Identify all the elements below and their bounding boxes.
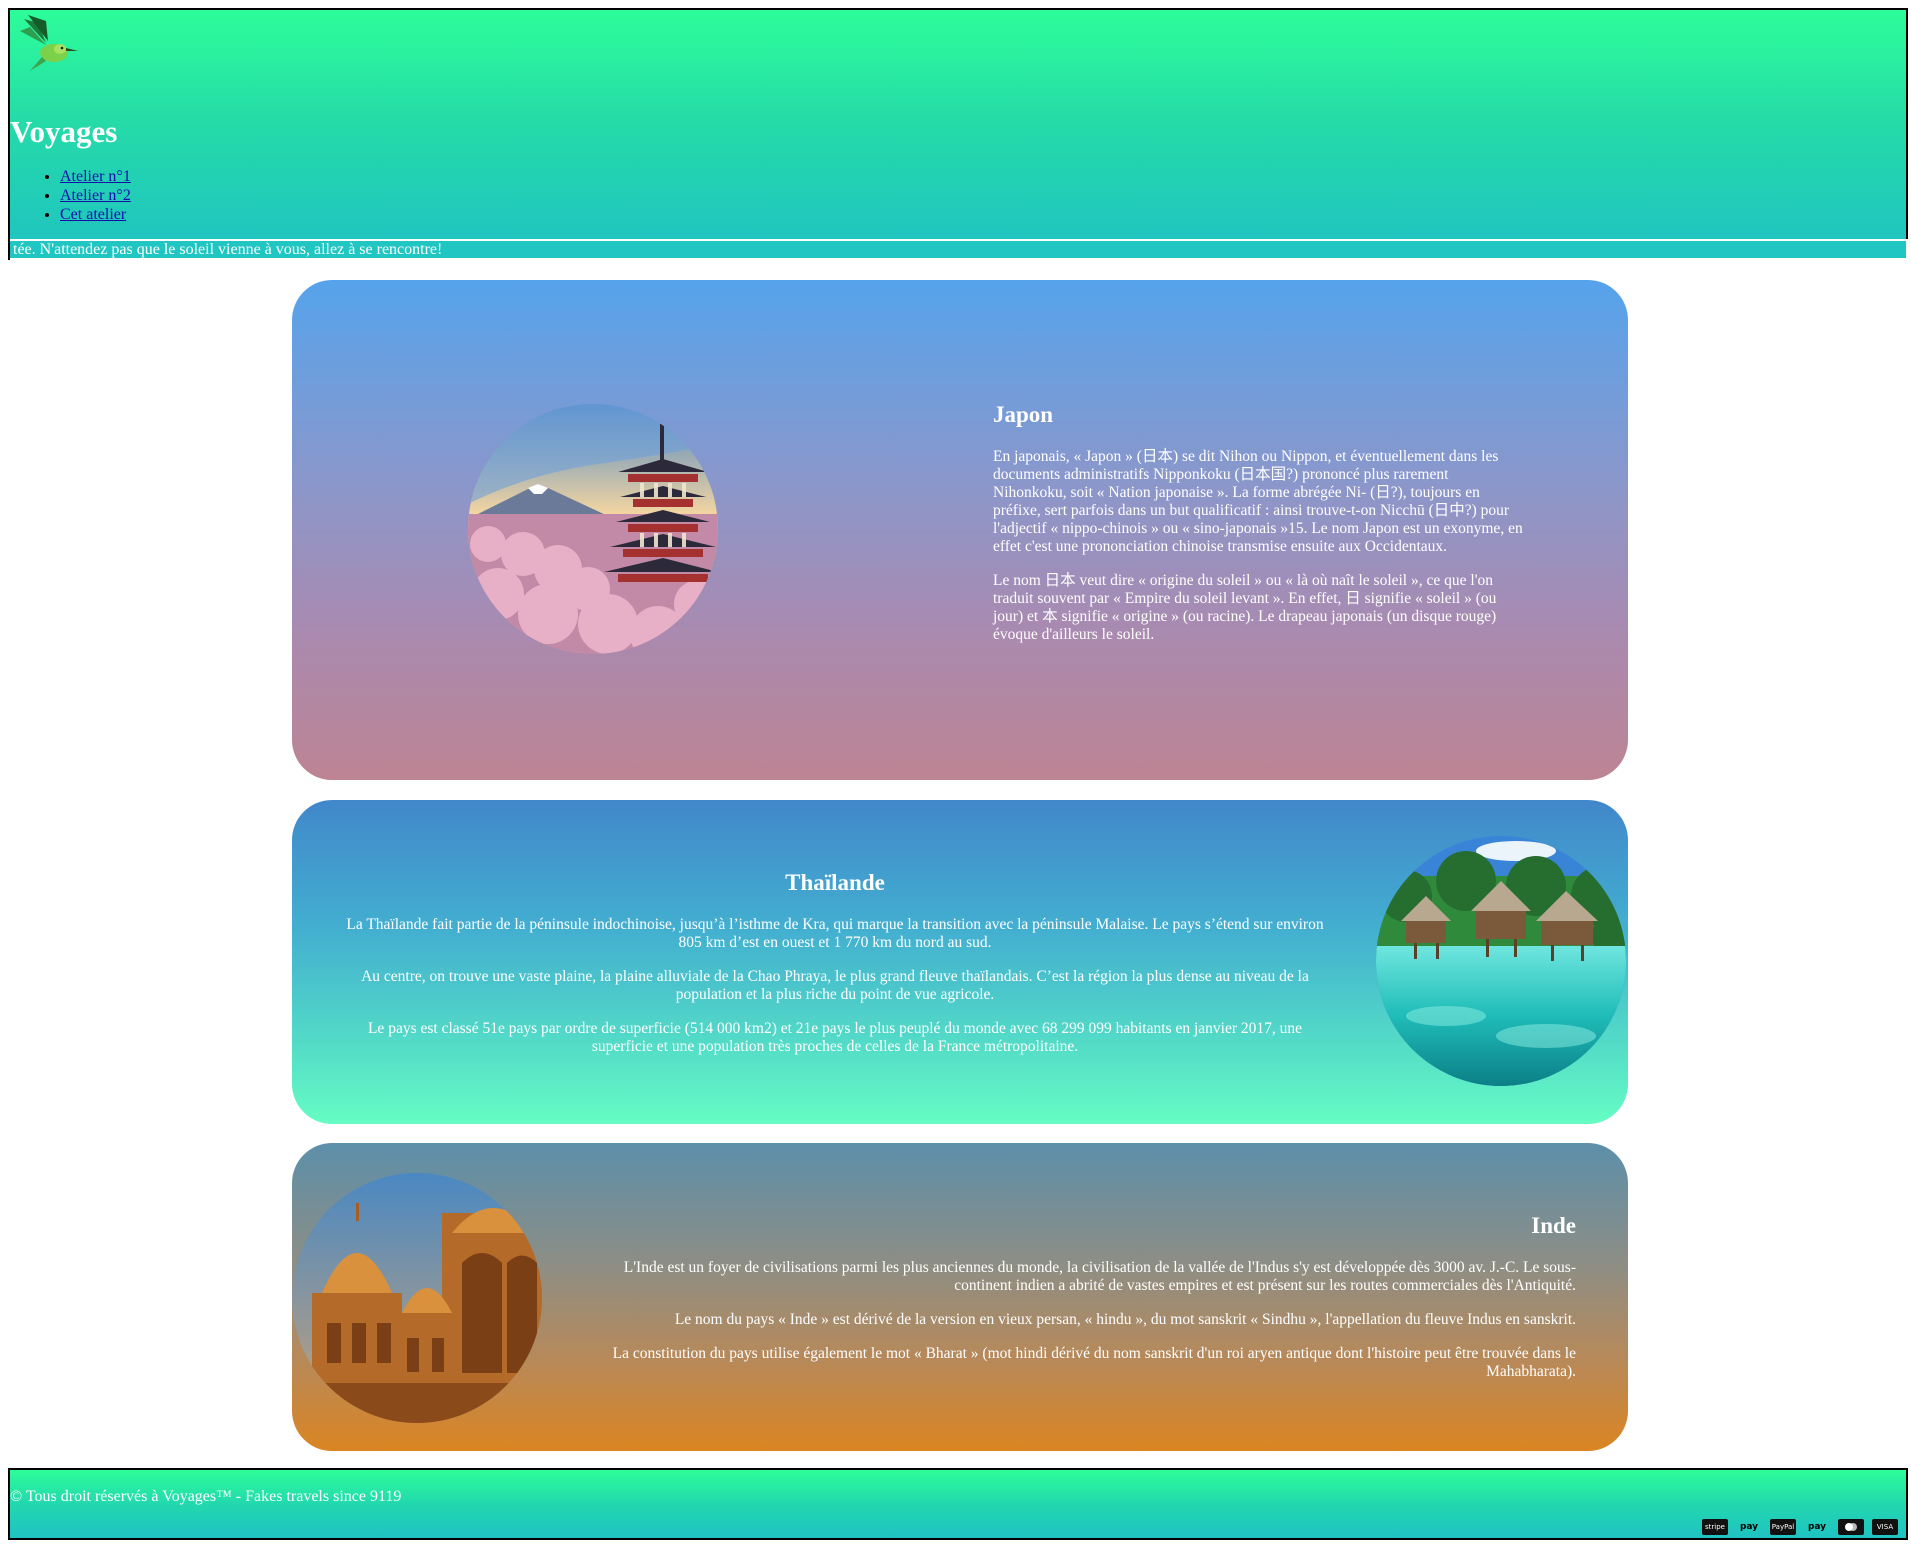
scrolling-banner-text: tée. N'attendez pas que le soleil vienne…	[13, 241, 443, 258]
tropical-lagoon-bungalows-photo	[1376, 836, 1626, 1086]
card-paragraph: Le nom du pays « Inde » est dérivé de la…	[674, 1311, 1576, 1328]
site-header: Voyages Atelier n°1 Atelier n°2 Cet atel…	[8, 8, 1908, 260]
card-title: Inde	[1531, 1213, 1576, 1238]
nav-item: Atelier n°2	[60, 186, 131, 205]
card-paragraph: L'Inde est un foyer de civilisations par…	[623, 1259, 1576, 1294]
hummingbird-logo-icon[interactable]	[16, 13, 80, 75]
card-title: Japon	[993, 402, 1054, 427]
japon-content: Japon En japonais, « Japon » (日本) se dit…	[993, 402, 1523, 660]
main-nav: Atelier n°1 Atelier n°2 Cet atelier	[20, 167, 131, 224]
nav-link-cet-atelier[interactable]: Cet atelier	[60, 206, 126, 223]
paypal-icon: PayPal	[1770, 1519, 1796, 1535]
card-paragraph: Le nom 日本 veut dire « origine du soleil …	[993, 572, 1497, 643]
copyright-text: © Tous droit réservés à Voyages™ - Fakes…	[10, 1488, 402, 1505]
card-paragraph: Au centre, on trouve une vaste plaine, l…	[361, 968, 1309, 1003]
visa-icon: VISA	[1872, 1519, 1898, 1535]
japan-pagoda-fuji-photo	[468, 404, 718, 654]
inde-content: Inde L'Inde est un foyer de civilisation…	[592, 1213, 1576, 1397]
payment-methods: stripe pay PayPal pay VISA	[1702, 1519, 1898, 1535]
nav-link-atelier-2[interactable]: Atelier n°2	[60, 187, 131, 204]
amazon-pay-icon: pay	[1807, 1522, 1827, 1532]
card-paragraph: En japonais, « Japon » (日本) se dit Nihon…	[993, 448, 1523, 555]
scrolling-banner: tée. N'attendez pas que le soleil vienne…	[10, 239, 1908, 260]
india-temple-domes-photo	[292, 1173, 542, 1423]
card-paragraph: La constitution du pays utilise égalemen…	[612, 1345, 1576, 1380]
stripe-icon: stripe	[1702, 1519, 1728, 1535]
nav-item: Atelier n°1	[60, 167, 131, 186]
site-title: Voyages	[10, 114, 118, 149]
card-title: Thaïlande	[785, 870, 885, 895]
apple-pay-icon: pay	[1739, 1522, 1759, 1532]
card-paragraph: Le pays est classé 51e pays par ordre de…	[367, 1020, 1303, 1055]
thailande-content: Thaïlande La Thaïlande fait partie de la…	[340, 870, 1330, 1072]
card-japon: Japon En japonais, « Japon » (日本) se dit…	[292, 280, 1628, 780]
card-inde: Inde L'Inde est un foyer de civilisation…	[292, 1143, 1628, 1451]
nav-item: Cet atelier	[60, 205, 131, 224]
card-paragraph: La Thaïlande fait partie de la péninsule…	[346, 916, 1324, 951]
mastercard-icon	[1838, 1519, 1864, 1535]
site-footer: © Tous droit réservés à Voyages™ - Fakes…	[8, 1468, 1908, 1540]
nav-link-atelier-1[interactable]: Atelier n°1	[60, 168, 131, 185]
card-thailande: Thaïlande La Thaïlande fait partie de la…	[292, 800, 1628, 1124]
